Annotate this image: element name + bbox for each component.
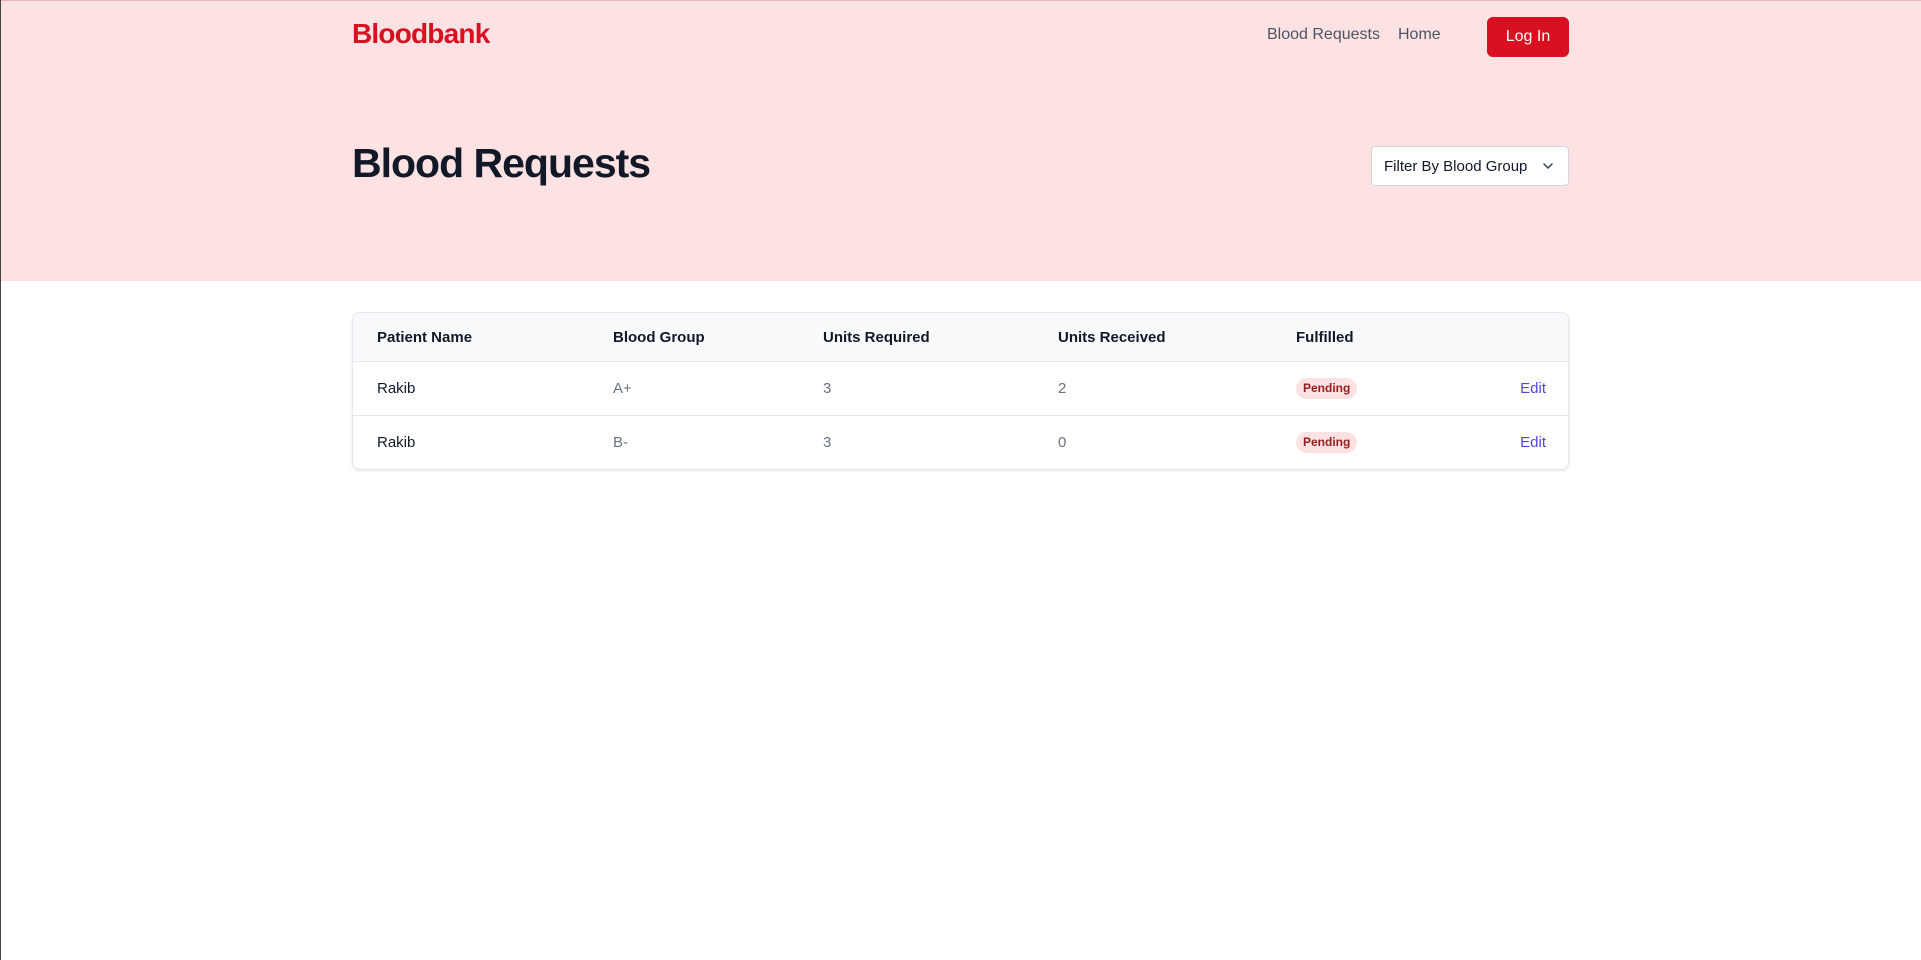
status-badge: Pending xyxy=(1296,378,1358,399)
table-row: Rakib B- 3 0 Pending Edit xyxy=(353,416,1568,469)
units-received-cell: 0 xyxy=(1058,434,1067,451)
page-title: Blood Requests xyxy=(352,140,651,186)
edit-link[interactable]: Edit xyxy=(1520,380,1546,397)
units-received-cell: 2 xyxy=(1058,380,1067,397)
table-header: Patient Name Blood Group Units Required … xyxy=(353,313,1568,362)
nav-link-home[interactable]: Home xyxy=(1398,26,1441,44)
column-header-blood-group: Blood Group xyxy=(613,329,705,346)
column-header-units-received: Units Received xyxy=(1058,329,1166,346)
blood-group-cell: B- xyxy=(613,434,628,451)
chevron-down-icon xyxy=(1543,163,1553,169)
status-badge: Pending xyxy=(1296,432,1358,453)
table-row: Rakib A+ 3 2 Pending Edit xyxy=(353,362,1568,416)
column-header-patient-name: Patient Name xyxy=(377,329,473,346)
filter-select-label: Filter By Blood Group xyxy=(1384,157,1528,175)
blood-group-filter-select[interactable]: Filter By Blood Group xyxy=(1371,146,1569,186)
login-button[interactable]: Log In xyxy=(1487,17,1569,57)
blood-group-cell: A+ xyxy=(613,380,632,397)
units-required-cell: 3 xyxy=(823,380,832,397)
nav-link-blood-requests[interactable]: Blood Requests xyxy=(1267,26,1380,44)
page-header: Blood Requests Filter By Blood Group xyxy=(352,136,1569,196)
blood-requests-table: Patient Name Blood Group Units Required … xyxy=(352,312,1569,470)
column-header-fulfilled: Fulfilled xyxy=(1296,329,1354,346)
window-edge xyxy=(0,0,1,960)
column-header-units-required: Units Required xyxy=(823,329,930,346)
patient-name-cell: Rakib xyxy=(377,380,416,397)
edit-link[interactable]: Edit xyxy=(1520,434,1546,451)
brand-logo[interactable]: Bloodbank xyxy=(352,18,490,50)
patient-name-cell: Rakib xyxy=(377,434,416,451)
units-required-cell: 3 xyxy=(823,434,832,451)
navbar: Bloodbank Blood Requests Home Log In xyxy=(352,0,1569,74)
